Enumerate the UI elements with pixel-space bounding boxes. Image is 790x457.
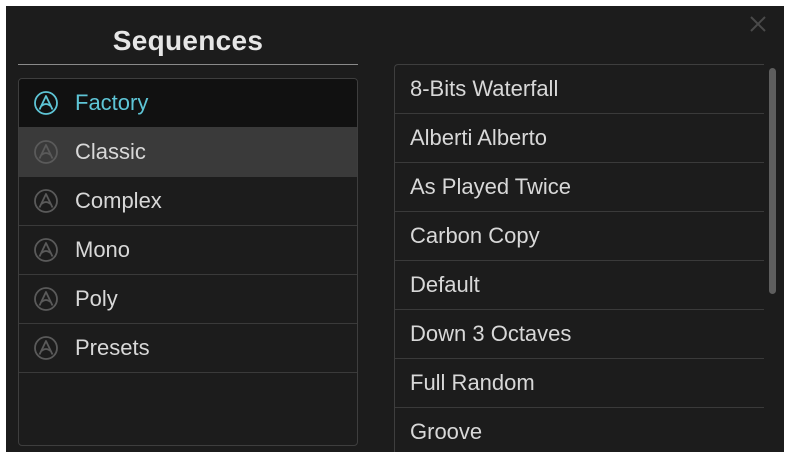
category-label: Poly (75, 286, 118, 311)
sequence-panel: 8-Bits Waterfall Alberti Alberto As Play… (394, 64, 784, 452)
category-item[interactable]: Poly (19, 275, 357, 324)
category-item[interactable]: Presets (19, 324, 357, 373)
scrollbar-thumb[interactable] (769, 68, 776, 294)
arturia-logo-icon (33, 188, 59, 214)
category-label: Factory (75, 90, 149, 115)
arturia-logo-icon (33, 90, 59, 116)
sequence-item[interactable]: Carbon Copy (395, 212, 764, 261)
category-label: Classic (75, 139, 146, 164)
arturia-logo-icon (33, 237, 59, 263)
sequence-item[interactable]: Groove (395, 408, 764, 452)
category-list: Factory Classic Complex Mono Poly Preset… (18, 78, 358, 446)
category-item[interactable]: Factory (19, 79, 357, 128)
category-item[interactable]: Mono (19, 226, 357, 275)
category-item[interactable]: Complex (19, 177, 357, 226)
arturia-logo-icon (33, 139, 59, 165)
sequence-item[interactable]: Full Random (395, 359, 764, 408)
sequence-item[interactable]: Default (395, 261, 764, 310)
sequence-item[interactable]: Down 3 Octaves (395, 310, 764, 359)
category-label: Complex (75, 188, 162, 213)
category-label: Presets (75, 335, 150, 360)
title-divider (18, 64, 358, 65)
category-label: Mono (75, 237, 131, 262)
sequence-item[interactable]: Alberti Alberto (395, 114, 764, 163)
category-item[interactable]: Classic (19, 128, 357, 177)
sequence-list: 8-Bits Waterfall Alberti Alberto As Play… (394, 64, 764, 452)
arturia-logo-icon (33, 335, 59, 361)
close-button[interactable] (746, 12, 770, 36)
sequence-item[interactable]: As Played Twice (395, 163, 764, 212)
arturia-logo-icon (33, 286, 59, 312)
dialog-title: Sequences (112, 25, 264, 56)
close-icon (750, 16, 766, 32)
sequences-dialog: Sequences Factory Classic Complex Mono P… (6, 6, 784, 452)
sequence-item[interactable]: 8-Bits Waterfall (395, 65, 764, 114)
